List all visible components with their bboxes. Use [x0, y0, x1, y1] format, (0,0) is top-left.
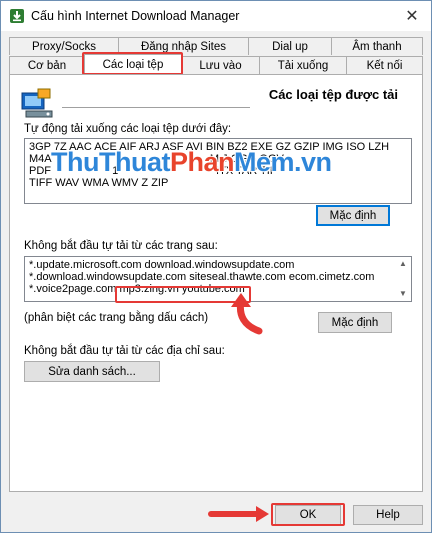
- watermark-part: Thu: [51, 147, 99, 177]
- tab-sounds[interactable]: Âm thanh: [331, 37, 423, 55]
- sites-line: *.voice2page.com mp3.zing.vn youtube.com: [29, 283, 245, 295]
- tabs-row-bottom: Cơ bản Các loại tệp Lưu vào Tải xuống Kế…: [9, 54, 423, 74]
- tab-proxy-socks[interactable]: Proxy/Socks: [9, 37, 119, 55]
- addresses-label: Không bắt đầu tự tải từ các địa chỉ sau:: [24, 345, 225, 357]
- filetypes-default-button[interactable]: Mặc định: [316, 205, 390, 226]
- tab-label: Tải xuống: [277, 59, 329, 72]
- window-title: Cấu hình Internet Download Manager: [31, 9, 240, 23]
- file-types-icon: [21, 88, 53, 118]
- tab-file-types[interactable]: Các loại tệp: [84, 54, 182, 74]
- tab-general[interactable]: Cơ bản: [9, 56, 85, 74]
- help-button[interactable]: Help: [353, 505, 423, 525]
- tabs-row-top: Proxy/Socks Đăng nhập Sites Dial up Âm t…: [9, 37, 423, 55]
- tab-label: Các loại tệp: [102, 58, 164, 71]
- header-divider: [62, 107, 250, 109]
- watermark-part: .vn: [294, 147, 332, 177]
- tab-label: Đăng nhập Sites: [140, 40, 227, 53]
- sites-label: Không bắt đầu tự tải từ các trang sau:: [24, 240, 218, 252]
- tab-label: Âm thanh: [352, 40, 402, 53]
- settings-window: Cấu hình Internet Download Manager ✕ Pro…: [0, 0, 432, 533]
- file-types-panel: Các loại tệp được tải Tự động tải xuống …: [9, 74, 423, 492]
- ok-button[interactable]: OK: [275, 505, 341, 525]
- watermark-part: Thuat: [98, 147, 171, 177]
- button-label: OK: [299, 509, 317, 521]
- tab-dial-up[interactable]: Dial up: [248, 37, 332, 55]
- watermark-part: Mem: [234, 147, 295, 177]
- button-label: Help: [376, 509, 400, 521]
- close-button[interactable]: ✕: [401, 5, 423, 27]
- tab-label: Lưu vào: [199, 59, 242, 72]
- tab-downloads[interactable]: Tải xuống: [259, 56, 347, 74]
- tab-label: Cơ bản: [27, 59, 67, 72]
- sites-line: *.download.windowsupdate.com siteseal.th…: [29, 271, 375, 283]
- close-icon: ✕: [405, 8, 419, 25]
- tab-label: Proxy/Socks: [32, 40, 96, 53]
- sites-default-button[interactable]: Mặc định: [318, 312, 392, 333]
- idm-app-icon: [10, 9, 24, 23]
- button-label: Sửa danh sách...: [48, 365, 136, 378]
- filetypes-label: Tự động tải xuống các loại tệp dưới đây:: [24, 123, 232, 135]
- tab-connection[interactable]: Kết nối: [346, 56, 423, 74]
- sites-hint: (phân biệt các trang bằng dấu cách): [24, 312, 209, 324]
- filetypes-line: TIFF WAV WMA WMV Z ZIP: [29, 177, 169, 189]
- tab-label: Dial up: [272, 40, 308, 53]
- scroll-down-icon[interactable]: ▼: [397, 289, 409, 299]
- tab-save-to[interactable]: Lưu vào: [181, 56, 260, 74]
- button-label: Mặc định: [329, 209, 377, 222]
- button-label: Mặc định: [331, 316, 379, 329]
- sites-line: *.update.microsoft.com download.windowsu…: [29, 259, 295, 271]
- sites-textarea[interactable]: *.update.microsoft.com download.windowsu…: [24, 256, 412, 302]
- title-bar[interactable]: Cấu hình Internet Download Manager ✕: [1, 1, 431, 31]
- watermark-part: Phan: [169, 147, 235, 177]
- panel-title: Các loại tệp được tải: [268, 87, 398, 102]
- scroll-up-icon[interactable]: ▲: [397, 259, 409, 269]
- edit-list-button[interactable]: Sửa danh sách...: [24, 361, 160, 382]
- watermark-logo: ThuThuatPhanMem.vn: [51, 147, 332, 178]
- tab-label: Kết nối: [366, 59, 403, 72]
- tab-site-logins[interactable]: Đăng nhập Sites: [118, 37, 249, 55]
